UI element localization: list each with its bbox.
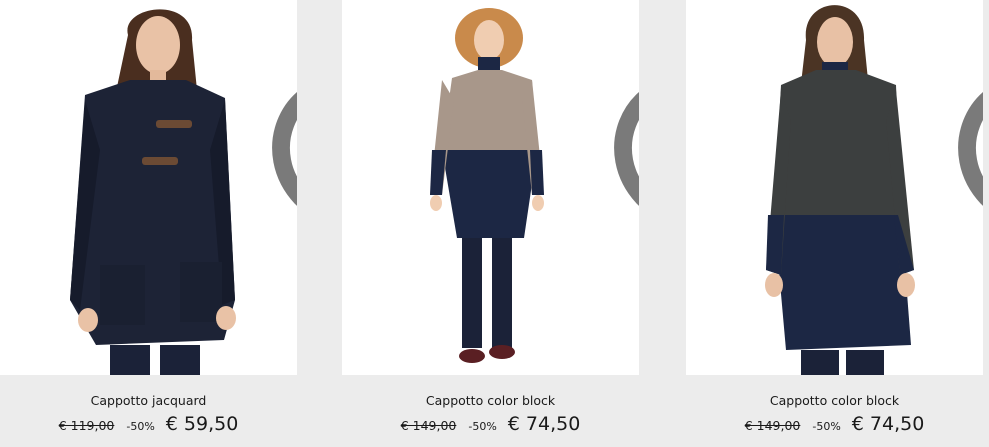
product-image[interactable] bbox=[0, 0, 297, 375]
old-price: € 149,00 bbox=[400, 418, 457, 433]
discount-badge: -50% bbox=[126, 420, 155, 433]
price-row: € 149,00 -50% € 74,50 bbox=[342, 413, 639, 435]
product-name[interactable]: Cappotto color block bbox=[342, 393, 639, 408]
price-row: € 119,00 -50% € 59,50 bbox=[0, 413, 297, 435]
product-image[interactable] bbox=[686, 0, 983, 375]
discount-badge: -50% bbox=[468, 420, 497, 433]
product-card[interactable]: Cappotto color block € 149,00 -50% € 74,… bbox=[342, 0, 639, 447]
product-card[interactable]: Cappotto color block € 149,00 -50% € 74,… bbox=[686, 0, 983, 447]
current-price: € 59,50 bbox=[165, 413, 239, 435]
product-image[interactable] bbox=[342, 0, 639, 375]
product-name[interactable]: Cappotto color block bbox=[686, 393, 983, 408]
wishlist-heart-icon[interactable] bbox=[267, 10, 297, 206]
product-card[interactable]: Cappotto jacquard € 119,00 -50% € 59,50 bbox=[0, 0, 297, 447]
model-photo-jacquard-coat bbox=[0, 0, 297, 375]
current-price: € 74,50 bbox=[851, 413, 925, 435]
price-row: € 149,00 -50% € 74,50 bbox=[686, 413, 983, 435]
old-price: € 119,00 bbox=[58, 418, 115, 433]
wishlist-heart-icon[interactable] bbox=[609, 10, 639, 206]
wishlist-heart-icon[interactable] bbox=[953, 10, 983, 206]
current-price: € 74,50 bbox=[507, 413, 581, 435]
model-photo-color-block-coat bbox=[342, 0, 639, 375]
product-name[interactable]: Cappotto jacquard bbox=[0, 393, 297, 408]
discount-badge: -50% bbox=[812, 420, 841, 433]
model-photo-color-block-coat-grey bbox=[686, 0, 983, 375]
old-price: € 149,00 bbox=[744, 418, 801, 433]
